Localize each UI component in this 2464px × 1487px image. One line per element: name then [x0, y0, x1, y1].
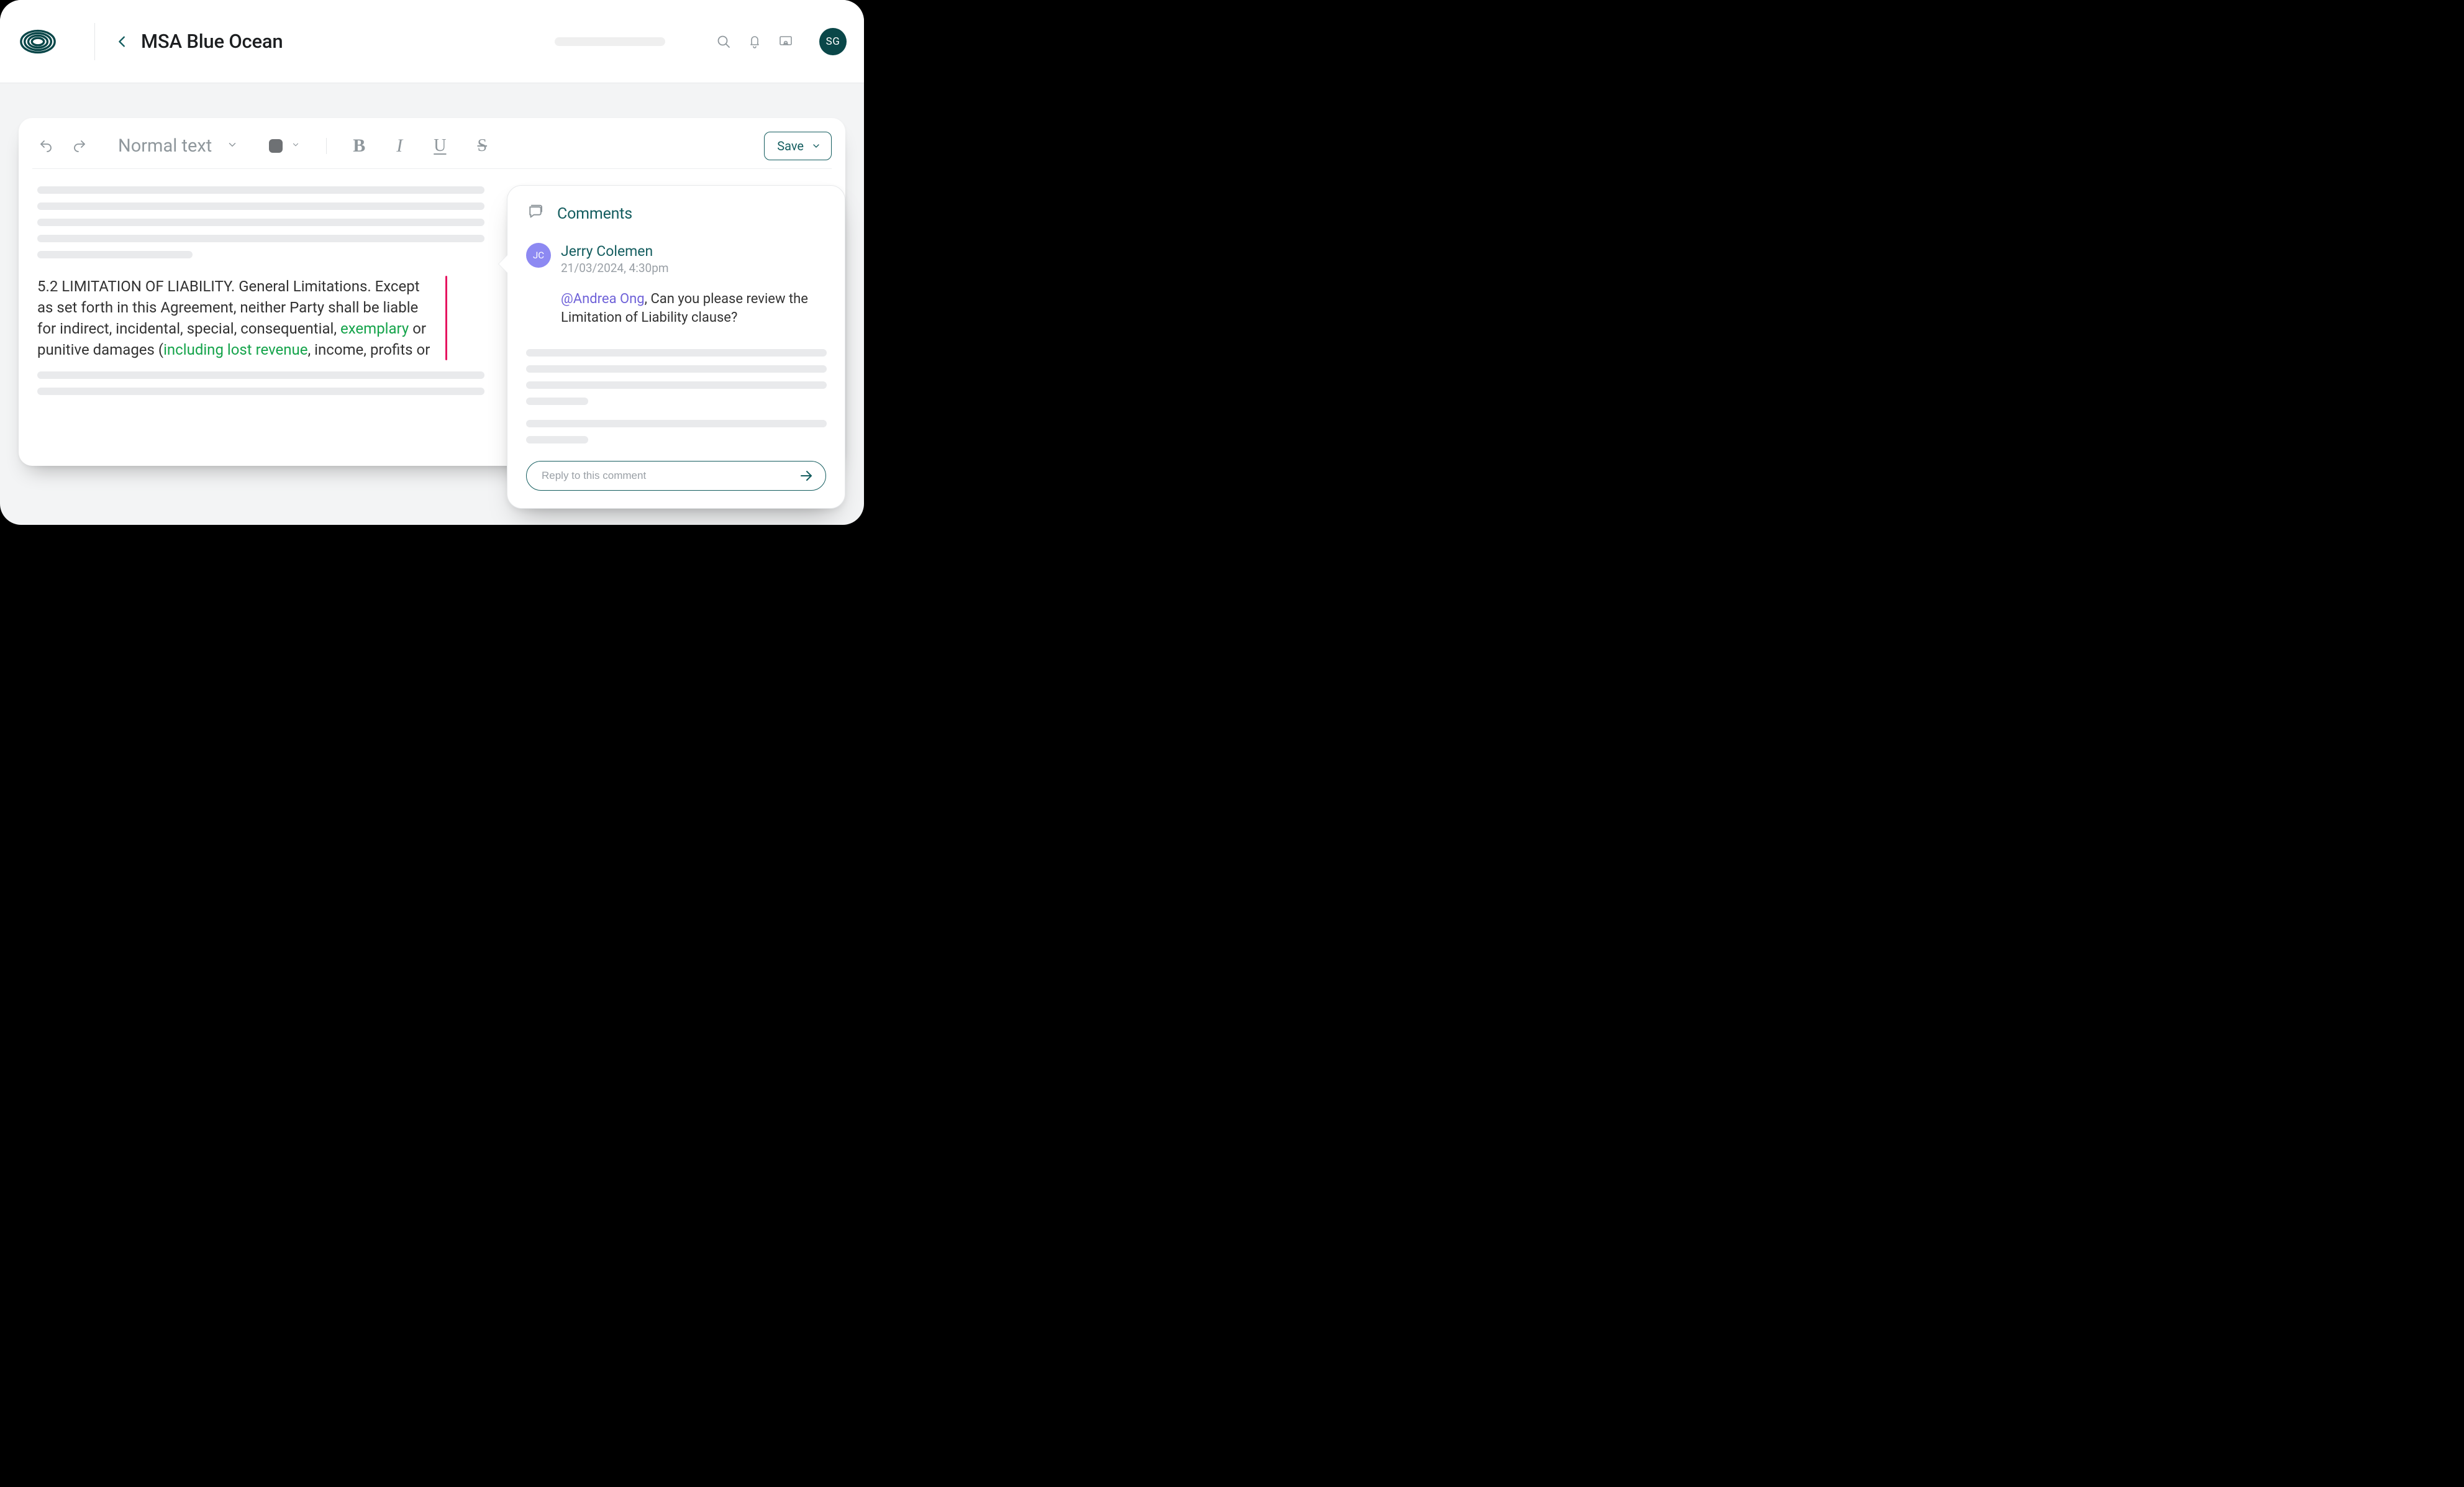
text-style-label: Normal text [118, 135, 212, 157]
clause-seg-3: , income, profits or [307, 341, 430, 358]
redo-button[interactable] [66, 135, 93, 157]
reply-input-wrap [526, 461, 826, 491]
chevron-left-icon [116, 35, 129, 48]
color-swatch [269, 139, 283, 153]
presentation-icon [778, 34, 793, 49]
comment-avatar: JC [526, 243, 551, 268]
undo-button[interactable] [32, 135, 60, 157]
app-frame: MSA Blue Ocean SG [0, 0, 864, 525]
chevron-down-icon [227, 139, 238, 153]
document-title: MSA Blue Ocean [141, 30, 283, 53]
toolbar-divider [326, 138, 327, 154]
comments-panel: Comments JC Jerry Colemen 21/03/2024, 4:… [507, 185, 845, 509]
user-avatar-initials: SG [826, 35, 840, 48]
search-button[interactable] [715, 33, 732, 50]
underline-button[interactable]: U [434, 136, 446, 156]
save-label: Save [777, 139, 804, 153]
present-button[interactable] [777, 33, 794, 50]
italic-button[interactable]: I [396, 135, 402, 157]
undo-icon [39, 139, 53, 153]
highlight-marker [445, 276, 447, 360]
clause-green-1: exemplary [340, 320, 409, 337]
brand-logo [19, 22, 57, 61]
reply-send-button[interactable] [798, 468, 814, 484]
clause-green-2: including lost revenue [163, 341, 307, 358]
text-color-dropdown[interactable] [269, 139, 300, 153]
comment-item: JC Jerry Colemen 21/03/2024, 4:30pm @And… [526, 243, 826, 327]
comments-icon [526, 203, 545, 224]
app-header: MSA Blue Ocean SG [0, 0, 864, 83]
comment-mention[interactable]: @Andrea Ong [561, 291, 645, 307]
comments-header: Comments [526, 203, 826, 224]
placeholder-lines-top [37, 186, 484, 258]
comment-avatar-initials: JC [533, 250, 544, 261]
chevron-down-icon [291, 140, 300, 152]
back-button[interactable] [114, 33, 131, 50]
save-button[interactable]: Save [764, 132, 832, 160]
strikethrough-button[interactable]: S [478, 136, 488, 156]
comment-author: Jerry Colemen [561, 243, 826, 260]
bell-icon [747, 34, 762, 49]
editor-toolbar: Normal text B I U S Save [19, 123, 845, 168]
comments-title: Comments [557, 205, 632, 223]
bold-button[interactable]: B [353, 135, 365, 157]
redo-icon [72, 139, 87, 153]
user-avatar[interactable]: SG [819, 28, 847, 55]
clause-text: 5.2 LIMITATION OF LIABILITY. General Lim… [37, 276, 437, 360]
reply-input[interactable] [540, 469, 798, 483]
comment-message: @Andrea Ong, Can you please review the L… [561, 290, 826, 327]
placeholder-comment-lines [526, 349, 826, 443]
comment-timestamp: 21/03/2024, 4:30pm [561, 261, 826, 275]
header-placeholder-pill [555, 37, 665, 46]
highlighted-clause[interactable]: 5.2 LIMITATION OF LIABILITY. General Lim… [37, 276, 447, 360]
search-icon [716, 34, 731, 49]
arrow-right-icon [799, 468, 814, 483]
header-divider [94, 23, 95, 60]
chevron-down-icon [811, 141, 821, 151]
notifications-button[interactable] [746, 33, 763, 50]
placeholder-lines-bottom [37, 371, 484, 395]
text-style-dropdown[interactable]: Normal text [118, 135, 238, 157]
